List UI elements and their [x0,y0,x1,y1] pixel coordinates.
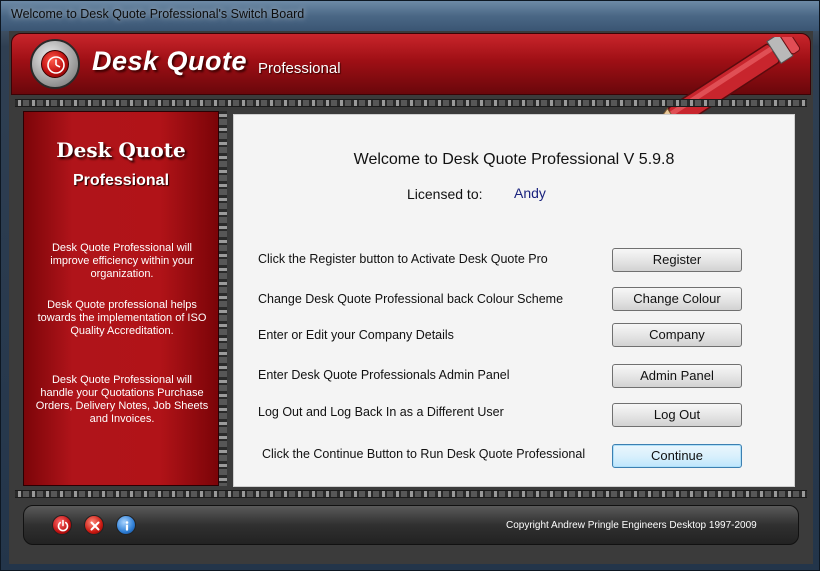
sidebar-subtitle: Professional [72,172,170,189]
sidebar-paragraph-2: Desk Quote professional helps towards th… [37,299,207,337]
colour-description: Change Desk Quote Professional back Colo… [258,292,564,306]
clock-logo-icon [30,39,80,89]
info-icon[interactable] [116,515,136,535]
main-panel: Welcome to Desk Quote Professional V 5.9… [233,114,795,487]
info-sidebar: Desk Quote Professional Desk Quote Profe… [23,111,219,486]
rivet-strip-top [15,99,807,107]
continue-button[interactable]: Continue [612,444,742,468]
sidebar-paragraph-1: Desk Quote Professional will improve eff… [50,242,194,280]
title-bar[interactable]: Welcome to Desk Quote Professional's Swi… [1,1,819,31]
register-description: Click the Register button to Activate De… [258,252,548,266]
window-title: Welcome to Desk Quote Professional's Swi… [11,7,305,21]
footer-bar: Copyright Andrew Pringle Engineers Deskt… [23,505,799,545]
register-button[interactable]: Register [612,248,742,272]
sidebar-title: Desk Quote [56,138,186,162]
licensed-user: Andy [514,185,546,201]
sidebar-paragraph-3: Desk Quote Professional will handle your… [35,374,209,425]
change-colour-button[interactable]: Change Colour [612,287,742,311]
licensed-label: Licensed to: [407,186,483,202]
power-icon[interactable] [52,515,72,535]
admin-panel-button[interactable]: Admin Panel [612,364,742,388]
admin-panel-description: Enter Desk Quote Professionals Admin Pan… [258,368,510,382]
rivet-strip-vertical [219,111,227,486]
close-icon[interactable] [84,515,104,535]
brand-title: Desk Quote [92,46,248,76]
welcome-heading: Welcome to Desk Quote Professional V 5.9… [353,151,675,168]
continue-description: Click the Continue Button to Run Desk Qu… [262,447,586,461]
company-description: Enter or Edit your Company Details [258,328,454,342]
switchboard: Desk Quote Professional Desk Quote Profe… [9,31,813,564]
company-button[interactable]: Company [612,323,742,347]
log-out-description: Log Out and Log Back In as a Different U… [258,405,504,419]
copyright-text: Copyright Andrew Pringle Engineers Deskt… [506,520,757,531]
log-out-button[interactable]: Log Out [612,403,742,427]
rivet-strip-bottom [15,490,807,498]
brand-subtitle: Professional [258,60,341,77]
app-window: Welcome to Desk Quote Professional's Swi… [0,0,820,571]
